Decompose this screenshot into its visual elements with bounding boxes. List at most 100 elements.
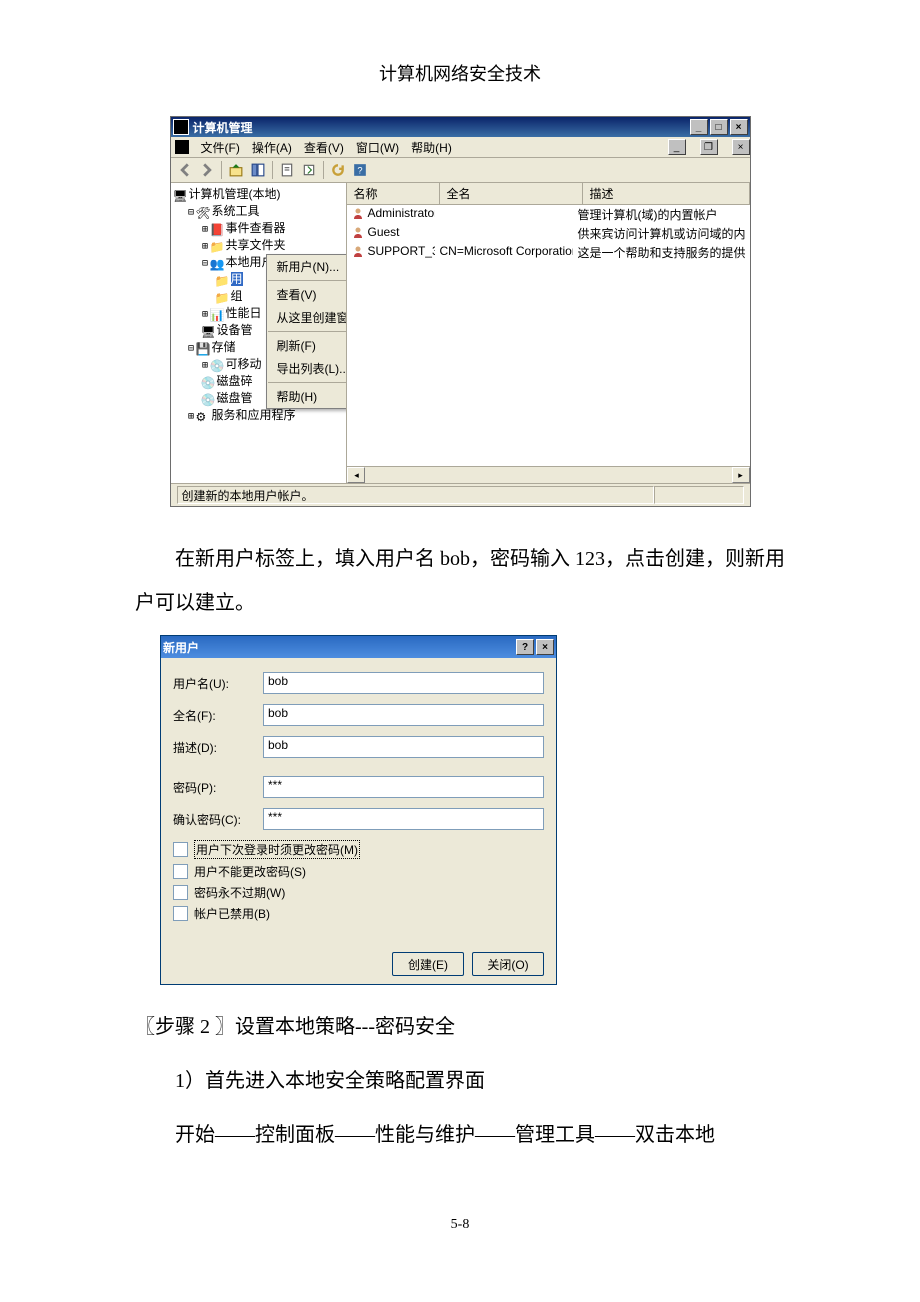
lbl-fullname: 全名(F): [173, 707, 263, 724]
help-button[interactable]: ? [516, 639, 534, 655]
export-button[interactable] [299, 160, 319, 180]
chart-icon: 📊 [210, 308, 224, 320]
list-row[interactable]: Administrator 管理计算机(域)的内置帐户 [347, 205, 749, 224]
disk-icon: 💿 [210, 359, 224, 371]
forward-button[interactable] [197, 160, 217, 180]
row-fullname: 全名(F): bob [173, 704, 544, 726]
device-icon: 🖥 [201, 325, 215, 337]
minimize-button[interactable]: _ [690, 119, 708, 135]
paragraph: 开始——控制面板——性能与维护——管理工具——双击本地 [135, 1113, 785, 1157]
mdi-close-button[interactable]: × [732, 139, 750, 155]
user-icon [351, 226, 365, 238]
app-icon [175, 140, 189, 154]
close-button[interactable]: 关闭(O) [472, 952, 544, 976]
lbl-cpwd: 确认密码(C): [173, 811, 263, 828]
tree-eventviewer[interactable]: ⊞📕事件查看器 [173, 219, 345, 236]
tree-shared[interactable]: ⊞📁共享文件夹 [173, 236, 345, 253]
maximize-button[interactable]: □ [710, 119, 728, 135]
col-desc[interactable]: 描述 [583, 183, 749, 204]
close-button[interactable]: × [536, 639, 554, 655]
checkbox-icon [173, 906, 188, 921]
menu-file[interactable]: 文件(F) [201, 139, 240, 156]
computer-icon: 🖥 [173, 189, 187, 201]
up-button[interactable] [226, 160, 246, 180]
col-full[interactable]: 全名 [440, 183, 583, 204]
menu-window[interactable]: 窗口(W) [356, 139, 399, 156]
folder-icon: 📁 [210, 240, 224, 252]
input-desc[interactable]: bob [263, 736, 544, 758]
disk-icon: 💿 [201, 376, 215, 388]
col-name[interactable]: 名称 [347, 183, 440, 204]
list-row[interactable]: Guest 供来宾访问计算机或访问域的内 [347, 224, 749, 243]
computer-icon [173, 119, 189, 135]
folder-icon: 📁 [215, 274, 229, 286]
paragraph: 1）首先进入本地安全策略配置界面 [135, 1059, 785, 1103]
doc-header: 计算机网络安全技术 [0, 60, 920, 86]
mdi-restore-button[interactable]: ❐ [700, 139, 718, 155]
mmc-tree[interactable]: 🖥计算机管理(本地) ⊟🛠系统工具 ⊞📕事件查看器 ⊞📁共享文件夹 ⊟👥本地用户… [171, 183, 348, 483]
tree-root[interactable]: 🖥计算机管理(本地) [173, 185, 345, 202]
show-hide-tree-button[interactable] [248, 160, 268, 180]
status-empty [654, 486, 744, 504]
list-row[interactable]: SUPPORT_38... CN=Microsoft Corporation..… [347, 243, 749, 262]
mmc-menubar: 文件(F) 操作(A) 查看(V) 窗口(W) 帮助(H) _ ❐ × [171, 137, 750, 158]
hscrollbar[interactable]: ◂ ▸ [347, 466, 749, 483]
input-cpwd[interactable]: *** [263, 808, 544, 830]
ctx-newuser[interactable]: 新用户(N)... [267, 255, 348, 278]
input-pwd[interactable]: *** [263, 776, 544, 798]
mmc-toolbar: ? [171, 158, 750, 183]
close-button[interactable]: × [730, 119, 748, 135]
ctx-export[interactable]: 导出列表(L)... [267, 357, 348, 380]
checkbox-icon [173, 864, 188, 879]
help-button[interactable]: ? [350, 160, 370, 180]
checkbox-icon [173, 842, 188, 857]
statusbar: 创建新的本地用户帐户。 [171, 483, 750, 506]
user-icon [351, 245, 365, 257]
scroll-left-button[interactable]: ◂ [347, 467, 365, 483]
lbl-username: 用户名(U): [173, 675, 263, 692]
lbl-desc: 描述(D): [173, 739, 263, 756]
storage-icon: 💾 [196, 342, 210, 354]
ctx-help[interactable]: 帮助(H) [267, 385, 348, 408]
back-button[interactable] [175, 160, 195, 180]
tree-systools[interactable]: ⊟🛠系统工具 [173, 202, 345, 219]
properties-button[interactable] [277, 160, 297, 180]
dlg-titlebar[interactable]: 新用户 ? × [161, 636, 556, 658]
scroll-right-button[interactable]: ▸ [732, 467, 750, 483]
lbl-pwd: 密码(P): [173, 779, 263, 796]
checkbox-icon [173, 885, 188, 900]
user-icon [351, 207, 365, 219]
create-button[interactable]: 创建(E) [392, 952, 464, 976]
row-pwd: 密码(P): *** [173, 776, 544, 798]
disk-icon: 💿 [201, 393, 215, 405]
context-menu: 新用户(N)... 查看(V)▸ 从这里创建窗口(W) 刷新(F) 导出列表(L… [266, 254, 348, 409]
input-fullname[interactable]: bob [263, 704, 544, 726]
list-header: 名称 全名 描述 [347, 183, 749, 205]
paragraph: 在新用户标签上，填入用户名 bob，密码输入 123，点击创建，则新用户可以建立… [135, 537, 785, 625]
ctx-view[interactable]: 查看(V)▸ [267, 283, 348, 306]
chk-disabled[interactable]: 帐户已禁用(B) [173, 905, 544, 922]
chk-mustchange[interactable]: 用户下次登录时须更改密码(M) [173, 840, 544, 859]
gear-icon: ⚙ [196, 410, 210, 422]
mdi-minimize-button[interactable]: _ [668, 139, 686, 155]
chk-neverexpire[interactable]: 密码永不过期(W) [173, 884, 544, 901]
chk-cannotchange[interactable]: 用户不能更改密码(S) [173, 863, 544, 880]
svg-text:?: ? [357, 166, 362, 176]
tools-icon: 🛠 [196, 206, 210, 218]
page-number: 5-8 [0, 1217, 920, 1233]
mmc-window: 计算机管理 _ □ × 文件(F) 操作(A) 查看(V) 窗口(W) 帮助(H… [170, 116, 751, 507]
users-icon: 👥 [210, 257, 224, 269]
menu-help[interactable]: 帮助(H) [411, 139, 452, 156]
folder-icon: 📁 [215, 291, 229, 303]
input-username[interactable]: bob [263, 672, 544, 694]
ctx-refresh[interactable]: 刷新(F) [267, 334, 348, 357]
menu-view[interactable]: 查看(V) [304, 139, 344, 156]
newuser-dialog: 新用户 ? × 用户名(U): bob 全名(F): bob 描述(D): bo… [160, 635, 557, 985]
mmc-titlebar[interactable]: 计算机管理 _ □ × [171, 117, 750, 137]
mmc-title: 计算机管理 [193, 119, 253, 136]
refresh-button[interactable] [328, 160, 348, 180]
status-text: 创建新的本地用户帐户。 [177, 486, 654, 504]
ctx-newwin[interactable]: 从这里创建窗口(W) [267, 306, 348, 329]
menu-action[interactable]: 操作(A) [252, 139, 292, 156]
row-username: 用户名(U): bob [173, 672, 544, 694]
